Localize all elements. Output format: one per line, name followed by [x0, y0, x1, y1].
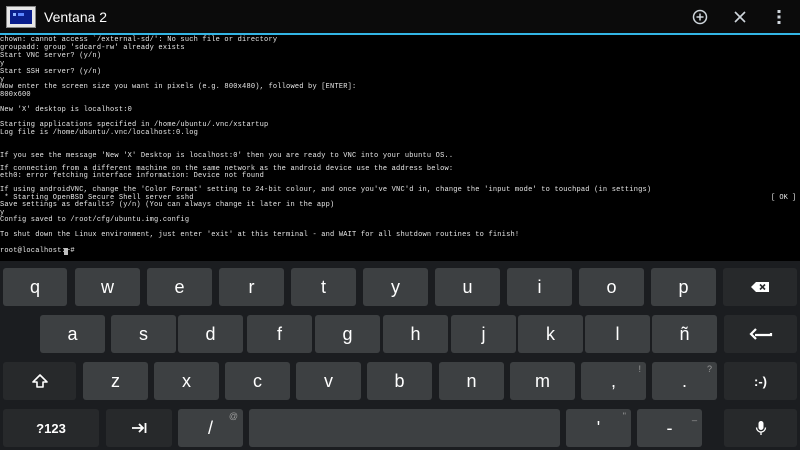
soft-keyboard: q w e r t y u i o p a s d f g h j k l ñ …	[0, 261, 800, 450]
tab-key[interactable]	[106, 409, 172, 447]
enter-key[interactable]	[724, 315, 797, 353]
key-c[interactable]: c	[225, 362, 290, 400]
close-window-button[interactable]	[725, 4, 755, 30]
key-i[interactable]: i	[507, 268, 572, 306]
key-r[interactable]: r	[219, 268, 284, 306]
close-icon	[734, 11, 746, 23]
key-u[interactable]: u	[435, 268, 500, 306]
key-s[interactable]: s	[111, 315, 176, 353]
space-bar[interactable]	[249, 409, 560, 447]
key-apostrophe[interactable]: " '	[566, 409, 631, 447]
key-a[interactable]: a	[40, 315, 105, 353]
terminal-cursor	[64, 248, 68, 255]
key-k[interactable]: k	[518, 315, 583, 353]
tab-icon	[132, 423, 147, 433]
key-d[interactable]: d	[178, 315, 243, 353]
key-n-tilde[interactable]: ñ	[652, 315, 717, 353]
key-m[interactable]: m	[510, 362, 575, 400]
key-o[interactable]: o	[579, 268, 644, 306]
key-hint: _	[691, 411, 697, 421]
add-tab-button[interactable]	[685, 4, 715, 30]
terminal-output[interactable]: chown: cannot access `/external-sd/': No…	[0, 35, 800, 261]
key-e[interactable]: e	[147, 268, 212, 306]
voice-input-key[interactable]	[724, 409, 797, 447]
key-n[interactable]: n	[439, 362, 504, 400]
key-hint: "	[622, 411, 626, 421]
key-q[interactable]: q	[3, 268, 67, 306]
key-dash[interactable]: _ -	[637, 409, 702, 447]
overflow-menu-icon	[777, 10, 781, 24]
key-v[interactable]: v	[296, 362, 361, 400]
terminal-line: If you see the message 'New 'X' Desktop …	[0, 152, 454, 160]
key-x[interactable]: x	[154, 362, 219, 400]
key-p[interactable]: p	[651, 268, 716, 306]
terminal-line: Now enter the screen size you want in pi…	[0, 83, 357, 91]
key-y[interactable]: y	[363, 268, 428, 306]
backspace-icon	[751, 282, 769, 292]
terminal-line: Log file is /home/ubuntu/.vnc/localhost:…	[0, 129, 199, 137]
terminal-line: Starting applications specified in /home…	[0, 121, 269, 129]
plus-circle-icon	[692, 9, 708, 25]
terminal-line: eth0: error fetching interface informati…	[0, 172, 265, 180]
terminal-line: If using androidVNC, change the 'Color F…	[0, 186, 652, 194]
key-period[interactable]: ? .	[652, 362, 717, 400]
overflow-menu-button[interactable]	[764, 4, 794, 30]
key-hint: ?	[706, 364, 712, 374]
window-title: Ventana 2	[44, 9, 108, 25]
enter-icon	[748, 328, 772, 340]
terminal-line: chown: cannot access `/external-sd/': No…	[0, 36, 278, 44]
backspace-key[interactable]	[723, 268, 797, 306]
key-slash[interactable]: @ /	[178, 409, 243, 447]
terminal-line: 800x600	[0, 91, 31, 99]
key-l[interactable]: l	[585, 315, 650, 353]
key-b[interactable]: b	[367, 362, 432, 400]
terminal-line: To shut down the Linux environment, just…	[0, 231, 520, 239]
key-comma[interactable]: ! ,	[581, 362, 646, 400]
key-hint: !	[638, 364, 641, 374]
terminal-line: Start SSH server? (y/n)	[0, 68, 102, 76]
terminal-line: Save settings as defaults? (y/n) (You ca…	[0, 201, 335, 209]
key-j[interactable]: j	[451, 315, 516, 353]
shift-icon	[31, 374, 48, 388]
key-h[interactable]: h	[383, 315, 448, 353]
terminal-line: y	[0, 60, 5, 68]
terminal-line: groupadd: group 'sdcard-rw' already exis…	[0, 44, 185, 52]
ok-status-badge: [ OK ]	[771, 194, 797, 202]
smiley-key[interactable]: :-)	[724, 362, 797, 400]
terminal-line: Config saved to /root/cfg/ubuntu.img.con…	[0, 216, 190, 224]
shift-key[interactable]	[3, 362, 76, 400]
terminal-line: New 'X' desktop is localhost:0	[0, 106, 133, 114]
title-bar: Ventana 2	[0, 0, 800, 35]
terminal-line: Start VNC server? (y/n)	[0, 52, 102, 60]
key-z[interactable]: z	[83, 362, 148, 400]
key-hint: @	[228, 411, 238, 421]
app-icon	[6, 6, 36, 28]
symbols-key[interactable]: ?123	[3, 409, 99, 447]
microphone-icon	[755, 421, 766, 435]
key-w[interactable]: w	[75, 268, 140, 306]
key-g[interactable]: g	[315, 315, 380, 353]
key-t[interactable]: t	[291, 268, 356, 306]
key-f[interactable]: f	[247, 315, 312, 353]
